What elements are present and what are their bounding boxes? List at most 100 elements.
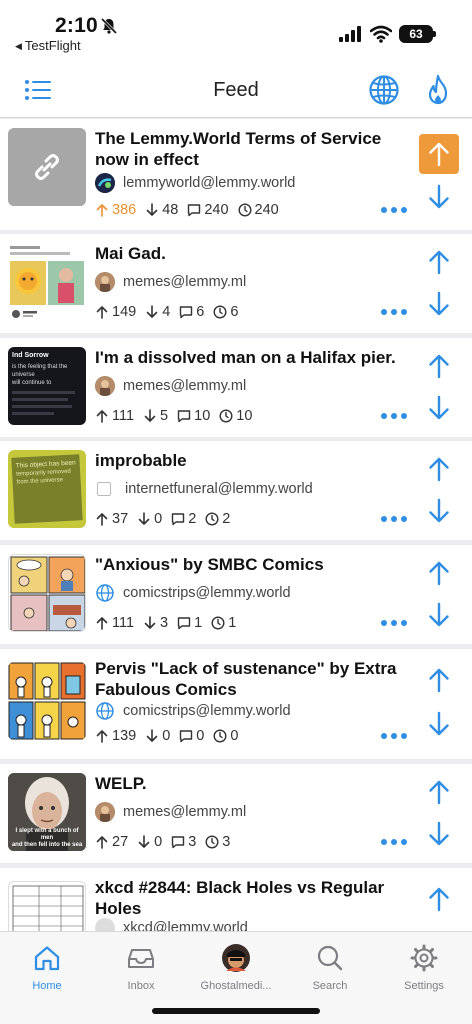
- tab-home[interactable]: Home: [0, 944, 94, 992]
- thumb-caption: and then fell into the sea: [11, 842, 83, 848]
- post-card[interactable]: This object has been temporarily removed…: [0, 441, 472, 540]
- post-card[interactable]: Mai Gad. memes@lemmy.ml 149 4 6 6: [0, 234, 472, 333]
- community-name: xkcd@lemmy.world: [123, 920, 248, 931]
- post-thumbnail[interactable]: [8, 662, 86, 740]
- more-options-button[interactable]: [381, 515, 407, 523]
- tab-search[interactable]: Search: [283, 944, 377, 992]
- page-title: Feed: [213, 79, 259, 101]
- post-card[interactable]: Ind Sorrow is the feeling that the unive…: [0, 338, 472, 437]
- comment-count: 10: [177, 408, 210, 424]
- thumb-heading: Ind Sorrow: [12, 352, 49, 359]
- post-thumbnail[interactable]: [8, 243, 86, 321]
- clock-icon: [211, 616, 225, 630]
- post-thumbnail[interactable]: I slept with a bunch of men and then fel…: [8, 773, 86, 851]
- downvote-count: 5: [143, 408, 168, 424]
- arrow-down-icon: [146, 729, 158, 742]
- post-title[interactable]: Pervis "Lack of sustenance" by Extra Fab…: [95, 659, 410, 700]
- more-options-button[interactable]: [381, 308, 407, 316]
- globe-icon[interactable]: [368, 74, 400, 106]
- upvote-count: 149: [95, 304, 136, 320]
- post-community[interactable]: internetfuneral@lemmy.world: [95, 479, 313, 499]
- post-community[interactable]: xkcd@lemmy.world: [95, 918, 248, 931]
- flame-icon[interactable]: [424, 74, 452, 106]
- downvote-button[interactable]: [419, 491, 459, 531]
- downvote-count: 48: [145, 202, 178, 218]
- more-options-button[interactable]: [381, 412, 407, 420]
- tab-profile[interactable]: Ghostalmedi...: [189, 944, 283, 992]
- feed-list[interactable]: The Lemmy.World Terms of Service now in …: [0, 119, 472, 931]
- bell-muted-icon: [100, 17, 118, 35]
- post-community[interactable]: memes@lemmy.ml: [95, 802, 246, 822]
- post-title[interactable]: WELP.: [95, 774, 410, 795]
- downvote-count: 0: [137, 511, 162, 527]
- link-icon: [35, 154, 59, 180]
- home-indicator: [152, 1008, 320, 1014]
- arrow-up-icon: [96, 204, 108, 217]
- post-community[interactable]: memes@lemmy.ml: [95, 376, 246, 396]
- comment-icon: [177, 617, 191, 630]
- arrow-up-icon: [429, 780, 449, 805]
- comment-icon: [180, 306, 193, 319]
- post-title[interactable]: I'm a dissolved man on a Halifax pier.: [95, 348, 410, 369]
- post-title[interactable]: The Lemmy.World Terms of Service now in …: [95, 129, 410, 170]
- post-title[interactable]: Mai Gad.: [95, 244, 410, 265]
- upvote-button[interactable]: [419, 134, 459, 174]
- comment-count: 2: [171, 511, 196, 527]
- arrow-down-icon: [429, 821, 449, 846]
- more-options-button[interactable]: [381, 732, 407, 740]
- tab-inbox[interactable]: Inbox: [94, 944, 188, 992]
- post-title[interactable]: "Anxious" by SMBC Comics: [95, 555, 410, 576]
- upvote-button[interactable]: [419, 879, 459, 919]
- upvote-count: 139: [95, 728, 136, 744]
- post-thumbnail[interactable]: [8, 554, 86, 632]
- arrow-down-icon: [146, 203, 158, 216]
- more-options-button[interactable]: [381, 838, 407, 846]
- downvote-button[interactable]: [419, 284, 459, 324]
- post-thumbnail[interactable]: [8, 881, 86, 931]
- age-count: 3: [205, 834, 230, 850]
- clock-icon: [238, 203, 252, 217]
- more-options-button[interactable]: [381, 619, 407, 627]
- comment-count: 0: [179, 728, 204, 744]
- post-card[interactable]: I slept with a bunch of men and then fel…: [0, 764, 472, 863]
- post-card[interactable]: Pervis "Lack of sustenance" by Extra Fab…: [0, 649, 472, 759]
- arrow-up-icon: [96, 617, 108, 630]
- more-options-button[interactable]: [381, 206, 407, 214]
- post-thumbnail[interactable]: This object has been temporarily removed…: [8, 450, 86, 528]
- upvote-button[interactable]: [419, 449, 459, 489]
- downvote-button[interactable]: [419, 814, 459, 854]
- post-title[interactable]: improbable: [95, 451, 410, 472]
- link-thumbnail[interactable]: [8, 128, 86, 206]
- post-community[interactable]: comicstrips@lemmy.world: [95, 701, 291, 721]
- upvote-count: 111: [95, 615, 134, 631]
- comment-count: 3: [171, 834, 196, 850]
- downvote-button[interactable]: [419, 704, 459, 744]
- upvote-button[interactable]: [419, 242, 459, 282]
- clock-icon: [205, 512, 219, 526]
- post-stats: 139 0 0 0: [95, 727, 247, 745]
- downvote-button[interactable]: [419, 388, 459, 428]
- post-thumbnail[interactable]: Ind Sorrow is the feeling that the unive…: [8, 347, 86, 425]
- tab-settings[interactable]: Settings: [377, 944, 471, 992]
- comment-count: 6: [179, 304, 204, 320]
- post-title[interactable]: xkcd #2844: Black Holes vs Regular Holes: [95, 878, 410, 919]
- upvote-button[interactable]: [419, 660, 459, 700]
- post-card[interactable]: "Anxious" by SMBC Comics comicstrips@lem…: [0, 545, 472, 644]
- upvote-button[interactable]: [419, 772, 459, 812]
- thumb-text: from the universe: [16, 477, 64, 486]
- arrow-down-icon: [429, 291, 449, 316]
- search-icon: [317, 945, 343, 971]
- upvote-button[interactable]: [419, 553, 459, 593]
- post-community[interactable]: comicstrips@lemmy.world: [95, 583, 291, 603]
- comment-count: 1: [177, 615, 202, 631]
- post-community[interactable]: lemmyworld@lemmy.world: [95, 173, 295, 193]
- back-to-app[interactable]: ◀ TestFlight: [15, 38, 81, 53]
- age-count: 1: [211, 615, 236, 631]
- post-card[interactable]: The Lemmy.World Terms of Service now in …: [0, 119, 472, 230]
- clock-icon: [205, 835, 219, 849]
- downvote-button[interactable]: [419, 595, 459, 635]
- upvote-button[interactable]: [419, 346, 459, 386]
- downvote-button[interactable]: [419, 177, 459, 217]
- post-card[interactable]: xkcd #2844: Black Holes vs Regular Holes…: [0, 868, 472, 931]
- post-community[interactable]: memes@lemmy.ml: [95, 272, 246, 292]
